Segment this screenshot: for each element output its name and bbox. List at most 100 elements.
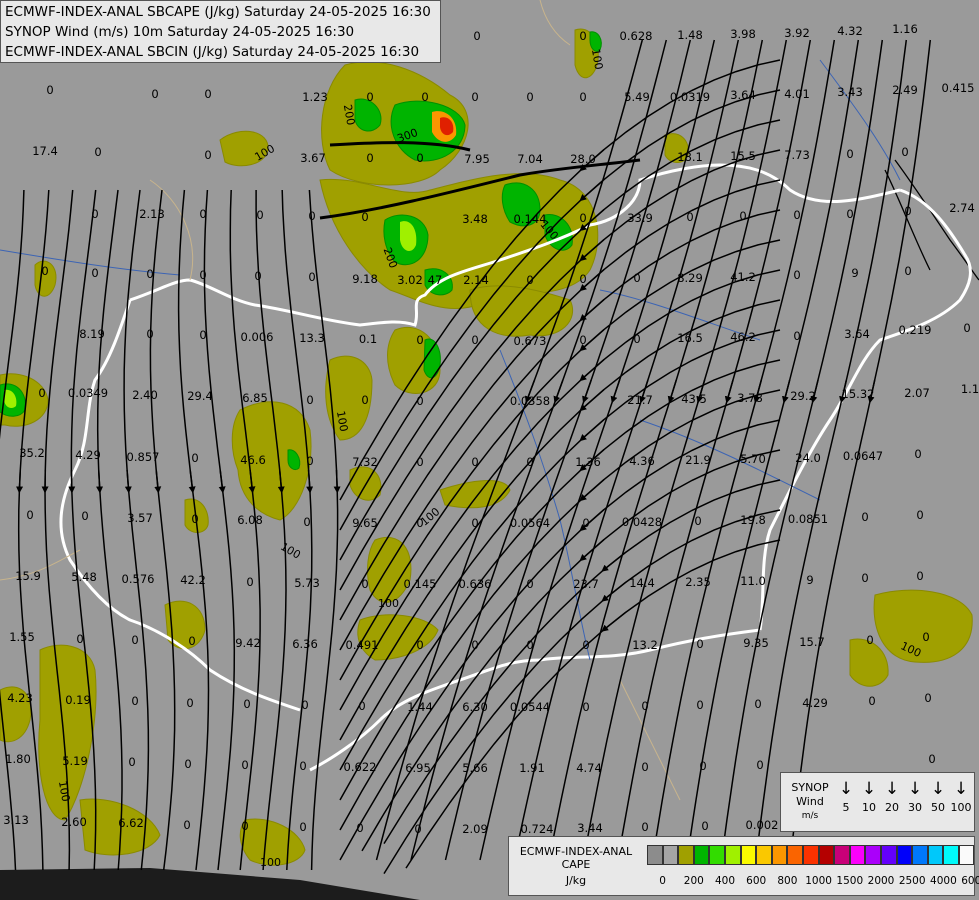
cin-value: 1.23	[302, 90, 328, 104]
cin-value: 1.80	[5, 752, 31, 766]
cin-value: 4.36	[629, 454, 655, 468]
cin-value: 0	[579, 333, 586, 347]
wind-arrow-icon: ↓	[953, 779, 969, 799]
cin-value: 0	[308, 209, 315, 223]
cape-legend-label: ECMWF-INDEX-ANAL CAPE J/kg	[511, 845, 641, 887]
cin-value: 0	[131, 633, 138, 647]
cin-value: 0	[416, 638, 423, 652]
cin-value: 6.08	[237, 513, 263, 527]
cape-tick-labels: 0 200 400 600 800 1000 150020002500 4000 6000	[647, 875, 979, 889]
synop-label-line: Wind	[796, 795, 824, 808]
cin-value: 0.0349	[68, 386, 108, 400]
cape-swatch	[693, 845, 710, 865]
cape-tick: 600	[746, 875, 767, 887]
cin-value: 0	[356, 821, 363, 835]
cin-value: 5.66	[462, 761, 488, 775]
cin-value: 4.01	[784, 87, 810, 101]
cin-value: 0	[699, 759, 706, 773]
cin-value: 41.2	[730, 270, 756, 284]
cape-tick: 6000	[961, 875, 979, 887]
contour-label: 100	[260, 856, 281, 869]
cape-swatch	[771, 845, 788, 865]
cin-value: 0	[416, 333, 423, 347]
cin-value: 0	[241, 758, 248, 772]
cape-tick: 200	[683, 875, 704, 887]
cin-value: 0	[151, 87, 158, 101]
cape-swatch	[865, 845, 881, 865]
cin-value: 0	[904, 204, 911, 218]
cin-value: 0	[701, 819, 708, 833]
cin-value: 0	[81, 509, 88, 523]
cin-value: 7.73	[784, 148, 810, 162]
cin-value: 3.57	[127, 511, 153, 525]
cin-value: 21.9	[685, 453, 711, 467]
synop-wind-legend: SYNOP Wind m/s ↓ 5 ↓ 10 ↓ 20 ↓ 30 ↓ 50 ↓ 100	[780, 772, 975, 832]
cape-tick: 0	[659, 875, 666, 887]
cin-value: 0	[916, 569, 923, 583]
cin-value: 0	[301, 698, 308, 712]
cin-value: 0	[186, 696, 193, 710]
cin-value: 0	[904, 264, 911, 278]
cin-value: 0.857	[127, 450, 160, 464]
cin-value: 0	[256, 208, 263, 222]
cin-value: 8.29	[677, 271, 703, 285]
wind-speed-value: 100	[950, 801, 972, 814]
cin-value: 0	[361, 210, 368, 224]
cin-value: 17.4	[32, 144, 58, 158]
cin-value: 1.48	[677, 28, 703, 42]
cin-value: 0	[366, 151, 373, 165]
cin-value: 0	[696, 637, 703, 651]
cin-value: 0	[471, 455, 478, 469]
cin-value: 0	[191, 451, 198, 465]
cin-value: 0	[76, 632, 83, 646]
cin-value: 2.35	[685, 575, 711, 589]
cin-value: 3.44	[577, 821, 603, 835]
cin-value: 13.3	[299, 331, 325, 345]
cin-value: 0	[861, 510, 868, 524]
cin-value: 0.0647	[843, 449, 883, 463]
cin-value: 0	[756, 758, 763, 772]
cin-value: 0.0544	[510, 700, 550, 714]
cin-value: 0.006	[241, 330, 274, 344]
cin-value: 0.491	[346, 638, 379, 652]
cin-value: 5.70	[740, 452, 766, 466]
cin-value: 3.67	[300, 151, 326, 165]
cin-value: 0	[254, 269, 261, 283]
contour-label: 100	[378, 597, 399, 610]
cape-swatch	[740, 845, 757, 865]
cin-value: 0	[526, 273, 533, 287]
cin-value: 0	[739, 209, 746, 223]
cin-value: 0	[694, 514, 701, 528]
cin-value: 0.673	[514, 334, 547, 348]
cin-value: 0	[686, 210, 693, 224]
cin-value: 0	[793, 268, 800, 282]
cin-value: 3.92	[784, 26, 810, 40]
cin-value: 6.95	[405, 761, 431, 775]
cin-value: 0	[579, 90, 586, 104]
cin-value: 2.74	[949, 201, 975, 215]
cin-value: 0	[846, 207, 853, 221]
weather-map: 0 0 0 17.4 0 1.23 0 0 0 0 0 0 0 0.628 1.48 3.98 3.92 4.32…	[0, 0, 979, 900]
cape-swatch	[802, 845, 819, 865]
cin-value: 1.91	[519, 761, 545, 775]
cin-value: 2.13	[139, 207, 165, 221]
cin-value: 0	[308, 270, 315, 284]
cape-color-swatches	[647, 845, 975, 865]
cin-value: 3.64	[844, 327, 870, 341]
cin-value: 0.219	[899, 323, 932, 337]
cin-value: 0	[473, 29, 480, 43]
cin-value: 0	[633, 332, 640, 346]
cin-value: 19.8	[740, 513, 766, 527]
cin-value: 7.04	[517, 152, 543, 166]
map-viewport[interactable]: 0 0 0 17.4 0 1.23 0 0 0 0 0 0 0 0.628 1.48 3.98 3.92 4.32…	[0, 0, 979, 900]
cin-value: 0	[633, 271, 640, 285]
cape-swatch	[896, 845, 913, 865]
wind-speed-value: 30	[908, 801, 922, 814]
cin-value: 24.0	[795, 451, 821, 465]
wind-arrow-icon: ↓	[884, 779, 900, 799]
cin-value: 0	[471, 90, 478, 104]
cin-value: 0	[866, 633, 873, 647]
cin-value: 1.36	[575, 455, 601, 469]
wind-speed-item: ↓ 100	[950, 777, 972, 815]
cin-value: 9.42	[235, 636, 261, 650]
